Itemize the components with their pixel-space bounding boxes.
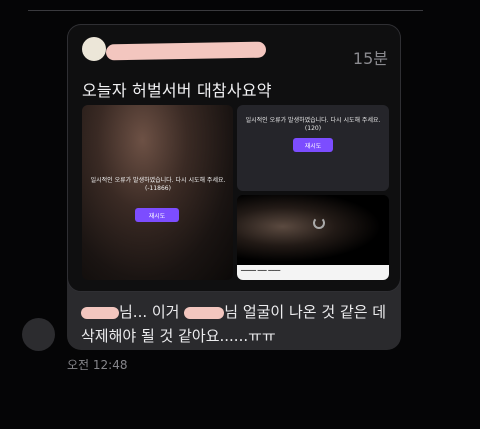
post-time: 15분 [352, 49, 388, 68]
error-text: 일시적인 오류가 발생하였습니다. 다시 시도해 주세요.(120) [245, 117, 381, 133]
video-info-bar: ━━━━━ ━━━ ━━━━ [237, 265, 389, 280]
shared-post-card[interactable]: 15분 오늘자 허벌서버 대참사요약 일시적인 오류가 발생하였습니다. 다시 … [67, 24, 401, 292]
message-part-1: 님... 이거 [119, 303, 180, 321]
image-grid: 일시적인 오류가 발생하였습니다. 다시 시도해 주세요.(-11866) 재시… [82, 105, 389, 280]
image-left[interactable]: 일시적인 오류가 발생하였습니다. 다시 시도해 주세요.(-11866) 재시… [82, 105, 233, 280]
retry-button[interactable]: 재시도 [135, 208, 179, 222]
message-text: 님... 이거 님 얼굴이 나온 것 같은 데 삭제해야 될 것 같아요....… [81, 300, 391, 348]
message-bubble[interactable]: 15분 오늘자 허벌서버 대참사요약 일시적인 오류가 발생하였습니다. 다시 … [67, 24, 401, 350]
loading-spinner-icon [313, 217, 325, 229]
image-top-right[interactable]: 일시적인 오류가 발생하였습니다. 다시 시도해 주세요.(120) 재시도 [237, 105, 389, 191]
video-frame [237, 195, 389, 265]
post-title: 오늘자 허벌서버 대참사요약 [82, 81, 272, 100]
redacted-name [184, 306, 225, 319]
redacted-author-name [105, 41, 267, 61]
author-avatar [82, 37, 106, 61]
message-timestamp: 오전 12:48 [67, 358, 128, 372]
redacted-name [81, 306, 119, 319]
divider [28, 10, 423, 11]
video-title-blur: ━━━━━ ━━━ ━━━━ [241, 268, 281, 274]
image-bottom-right[interactable]: ━━━━━ ━━━ ━━━━ [237, 195, 389, 280]
error-text: 일시적인 오류가 발생하였습니다. 다시 시도해 주세요.(-11866) [90, 177, 226, 193]
avatar[interactable] [22, 318, 55, 351]
retry-button[interactable]: 재시도 [293, 138, 333, 152]
